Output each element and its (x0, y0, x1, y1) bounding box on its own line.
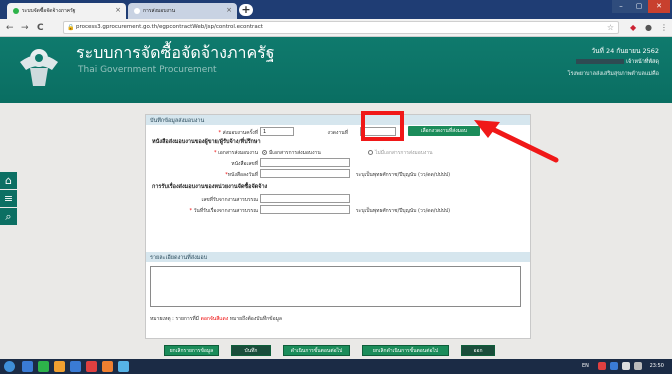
radio-selected-icon (262, 150, 267, 155)
site-title: ระบบการจัดซื้อจัดจ้างภาครัฐ (76, 43, 275, 62)
letter-no-field[interactable] (260, 158, 350, 167)
letter-no-label: หนังสือเลขที่ (231, 161, 258, 167)
tab-title: ระบบจัดซื้อจัดจ้างภาครัฐ (22, 8, 76, 14)
volume-icon[interactable] (634, 362, 642, 370)
taskbar-app-icon[interactable] (118, 361, 129, 372)
taskbar-clock[interactable]: 23:50 (650, 363, 664, 369)
cancel-data-button[interactable]: ยกเลิกรายการข้อมูล (164, 345, 219, 356)
taskbar-app-icon[interactable] (86, 361, 97, 372)
start-button-icon[interactable] (4, 361, 15, 372)
delivery-no-label: * ส่งมอบงานครั้งที่ (218, 130, 259, 136)
close-icon[interactable]: × (226, 6, 232, 14)
taskbar-app-icon[interactable] (70, 361, 81, 372)
letter-date-label: *หนังสือลงวันที่ (225, 172, 258, 178)
details-textarea[interactable] (150, 266, 521, 307)
forward-button[interactable]: → (21, 22, 29, 34)
taskbar-app-icon[interactable] (102, 361, 113, 372)
exit-button[interactable]: ออก (461, 345, 495, 356)
save-button[interactable]: บันทึก (231, 345, 271, 356)
site-header: ระบบการจัดซื้อจัดจ้างภาครัฐ Thai Governm… (0, 37, 672, 103)
tab-favicon-icon (13, 7, 19, 14)
taskbar-app-icon[interactable] (38, 361, 49, 372)
chrome-menu-icon[interactable]: ⋮ (660, 22, 668, 34)
receipt-date-field[interactable] (260, 205, 350, 214)
delivery-no-field[interactable]: 1 (260, 127, 294, 136)
installment-label: งวดงานที่ (327, 130, 348, 136)
receipt-date-label: * วันที่รับเรื่องจากงานสารบรรณ (189, 208, 258, 214)
doc-type-label: * เอกสารส่งมอบงาน (213, 150, 258, 156)
user-role: เจ้าหน้าที่พัสดุ (626, 59, 659, 65)
letter-heading: หนังสือส่งมอบงานของผู้ขาย/ผู้รับจ้าง/ที่… (152, 139, 261, 145)
letter-date-field[interactable] (260, 169, 350, 178)
header-date: วันที่ 24 กันยายน 2562 (591, 47, 659, 55)
red-arrow-icon (474, 120, 559, 163)
letter-date-hint: ระบุเป็นพุทธศักราช/ปีบุญนับ (วว/ดด/ปปปป) (356, 172, 451, 178)
new-tab-button[interactable]: + (239, 4, 253, 16)
tray-icon[interactable] (610, 362, 618, 370)
proceed-button[interactable]: ดำเนินการขั้นตอนต่อไป (283, 345, 350, 356)
extension-icon[interactable]: ◆ (630, 22, 636, 34)
receive-heading: การรับเรื่องส่งมอบงานของหน่วยงานจัดซื้อจ… (152, 184, 268, 190)
radio-empty-icon (368, 150, 373, 155)
radio-has-doc[interactable]: มีเอกสารการส่งมอบงาน (262, 149, 321, 157)
url-text: process3.gprocurement.go.th/egpcontractW… (76, 24, 263, 30)
tab-procurement[interactable]: ระบบจัดซื้อจัดจ้างภาครัฐ × (7, 3, 126, 19)
lock-icon: 🔒 (67, 24, 75, 31)
close-window-button[interactable]: ✕ (648, 0, 670, 13)
taskbar-app-icon[interactable] (54, 361, 65, 372)
address-bar[interactable]: 🔒 process3.gprocurement.go.th/egpcontrac… (63, 21, 619, 34)
tab-title: การส่งมอบงาน (143, 8, 176, 14)
back-button[interactable]: ← (6, 22, 14, 34)
profile-icon[interactable]: ● (645, 22, 652, 34)
red-highlight-box (361, 111, 404, 141)
receipt-no-field[interactable] (260, 194, 350, 203)
taskbar-app-icon[interactable] (22, 361, 33, 372)
redacted-name (576, 59, 625, 64)
network-icon[interactable] (622, 362, 630, 370)
tab-favicon-icon (134, 7, 140, 14)
tab-delivery[interactable]: การส่งมอบงาน × (128, 3, 237, 19)
reload-button[interactable]: C (37, 22, 44, 34)
header-user: เจ้าหน้าที่พัสดุ (567, 58, 659, 65)
maximize-button[interactable]: ▢ (630, 0, 648, 13)
garuda-emblem-icon (20, 49, 58, 86)
section-header-details: รายละเอียดงานที่ส่งมอบ (146, 252, 530, 262)
tray-icon[interactable] (598, 362, 606, 370)
minimize-button[interactable]: – (612, 0, 630, 13)
home-icon[interactable]: ⌂ (0, 172, 17, 189)
radio-no-doc[interactable]: ไม่มีเอกสารการส่งมอบงาน (368, 149, 433, 157)
language-indicator[interactable]: EN (582, 363, 589, 369)
required-note: หมายเหตุ : รายการที่มี ดอกจันสีแดง หมายถ… (150, 316, 282, 322)
close-icon[interactable]: × (115, 6, 121, 14)
bookmark-star-icon[interactable]: ☆ (607, 23, 614, 32)
site-subtitle: Thai Government Procurement (78, 65, 217, 75)
header-department: โรงพยาบาลส่งเสริมสุขภาพตำบลแม่คือ (567, 71, 659, 77)
receipt-no-label: เลขที่รับจากงานสารบรรณ (201, 197, 258, 203)
browser-toolbar: ← → C 🔒 process3.gprocurement.go.th/egpc… (0, 19, 672, 37)
os-taskbar: EN 23:50 (0, 359, 672, 374)
browser-tab-strip: ระบบจัดซื้อจัดจ้างภาครัฐ × การส่งมอบงาน … (0, 0, 672, 19)
search-icon[interactable]: ⌕ (0, 208, 17, 225)
cancel-proceed-button[interactable]: ยกเลิกดำเนินการขั้นตอนต่อไป (362, 345, 449, 356)
menu-icon[interactable]: ≡ (0, 190, 17, 207)
receipt-date-hint: ระบุเป็นพุทธศักราช/ปีบุญนับ (วว/ดด/ปปปป) (356, 208, 451, 214)
